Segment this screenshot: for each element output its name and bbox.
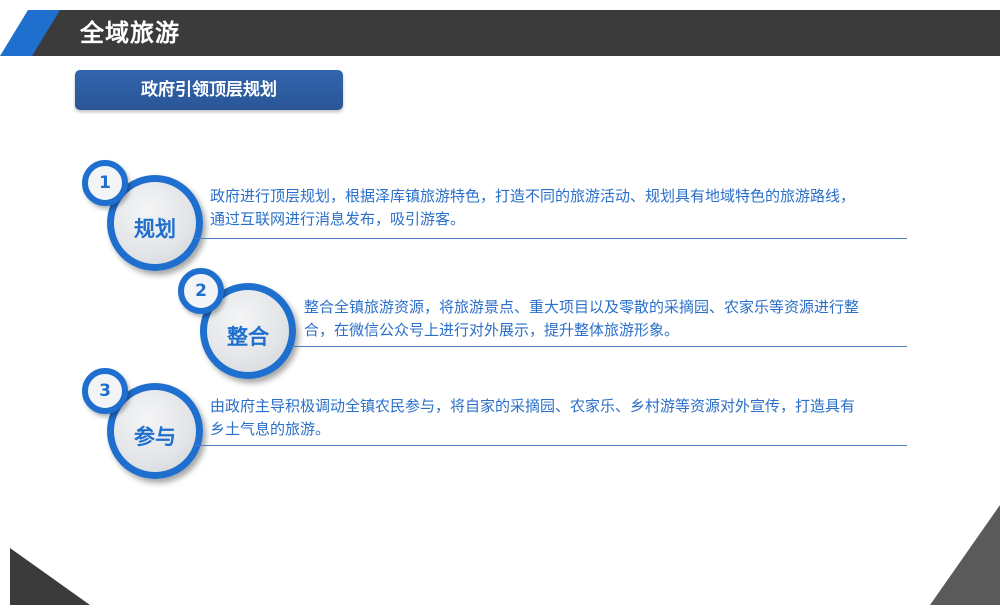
page-title: 全域旅游 — [80, 19, 180, 47]
item-description: 由政府主导积极调动全镇农民参与，将自家的采摘园、农家乐、乡村游等资源对外宣传，打… — [210, 395, 910, 441]
divider — [290, 346, 907, 347]
item-description: 整合全镇旅游资源，将旅游景点、重大项目以及零散的采摘园、农家乐等资源进行整 合，… — [304, 296, 914, 342]
item-description-line: 乡土气息的旅游。 — [210, 420, 331, 438]
item-label: 规划 — [134, 217, 176, 241]
item-label: 参与 — [134, 425, 176, 449]
item-number-badge: 1 — [82, 160, 128, 206]
item-description-line: 合，在微信公众号上进行对外展示，提升整体旅游形象。 — [304, 321, 680, 339]
corner-triangle-left — [10, 548, 90, 605]
item-description-line: 政府进行顶层规划，根据泽库镇旅游特色，打造不同的旅游活动、规划具有地域特色的旅游… — [210, 187, 856, 205]
item-description: 政府进行顶层规划，根据泽库镇旅游特色，打造不同的旅游活动、规划具有地域特色的旅游… — [210, 185, 910, 231]
divider — [195, 445, 907, 446]
item-number-badge: 3 — [82, 368, 128, 414]
corner-triangle-right — [930, 505, 1000, 605]
item-description-line: 由政府主导积极调动全镇农民参与，将自家的采摘园、农家乐、乡村游等资源对外宣传，打… — [210, 397, 856, 415]
item-label: 整合 — [227, 325, 269, 349]
item-description-line: 整合全镇旅游资源，将旅游景点、重大项目以及零散的采摘园、农家乐等资源进行整 — [304, 298, 860, 316]
item-number-badge: 2 — [178, 268, 224, 314]
divider — [195, 238, 907, 239]
item-description-line: 通过互联网进行消息发布，吸引游客。 — [210, 210, 466, 228]
section-subtitle: 政府引领顶层规划 — [75, 70, 343, 110]
